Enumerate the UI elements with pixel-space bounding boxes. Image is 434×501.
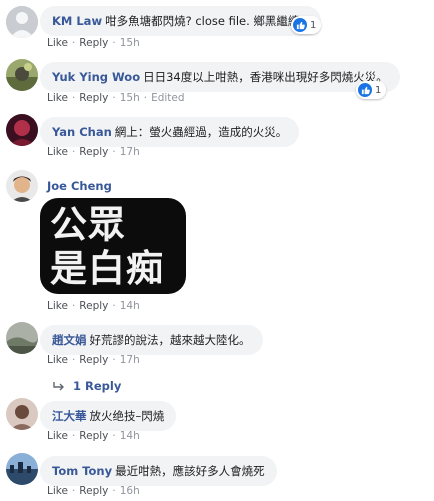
timestamp[interactable]: 14h	[120, 300, 140, 312]
comment-author[interactable]: KM Law	[52, 14, 102, 28]
like-button[interactable]: Like	[47, 354, 68, 366]
comment-text: 咁多魚塘都閃燒? close file. 鄉黑繼續	[105, 14, 300, 28]
view-replies-label[interactable]: 1 Reply	[73, 379, 121, 393]
avatar[interactable]	[6, 114, 38, 146]
separator: ·	[71, 485, 76, 497]
comment-bubble: 江大華 放火绝技–閃燒	[40, 401, 177, 431]
comment-text: 好荒謬的說法，越來越大陸化。	[89, 333, 251, 347]
reaction-count[interactable]: 1	[356, 81, 387, 99]
comment-actions: Like · Reply · 16h	[47, 485, 140, 497]
separator: ·	[71, 300, 76, 312]
reply-button[interactable]: Reply	[79, 146, 108, 158]
avatar[interactable]	[6, 398, 38, 430]
comment-author[interactable]: 江大華	[52, 409, 87, 423]
reply-arrow-icon	[53, 381, 65, 391]
comment-text: 放火绝技–閃燒	[89, 409, 165, 423]
timestamp[interactable]: 16h	[120, 485, 140, 497]
separator: ·	[71, 354, 76, 366]
comment-author[interactable]: Yan Chan	[52, 125, 112, 139]
like-button[interactable]: Like	[47, 300, 68, 312]
avatar[interactable]	[6, 59, 38, 91]
reply-button[interactable]: Reply	[79, 430, 108, 442]
comment-author[interactable]: Yuk Ying Woo	[52, 70, 140, 84]
separator: ·	[143, 92, 148, 104]
timestamp[interactable]: 15h	[120, 92, 140, 104]
comment-actions: Like · Reply · 15h · Edited	[47, 92, 185, 104]
reply-button[interactable]: Reply	[79, 37, 108, 49]
comment-actions: Like · Reply · 15h	[47, 37, 140, 49]
separator: ·	[112, 37, 116, 49]
reaction-count-value: 1	[375, 84, 382, 96]
timestamp[interactable]: 15h	[120, 37, 140, 49]
image-text-line-1: 公眾	[50, 202, 126, 246]
reaction-count-value: 1	[310, 19, 317, 31]
comment-bubble: KM Law 咁多魚塘都閃燒? close file. 鄉黑繼續	[40, 6, 322, 36]
image-text-line-2: 是白痴	[50, 246, 164, 290]
thumbs-up-icon	[358, 83, 372, 97]
like-button[interactable]: Like	[47, 430, 68, 442]
comment-bubble: Tom Tony 最近咁熱，應該好多人會燒死	[40, 456, 277, 486]
timestamp[interactable]: 14h	[120, 430, 140, 442]
comment-actions: Like · Reply · 14h	[47, 430, 140, 442]
comment-text: 網上：螢火蟲經過，造成的火災。	[114, 125, 288, 139]
comment-actions: Like · Reply · 14h	[47, 300, 140, 312]
comment-bubble: 趙文娟 好荒謬的說法，越來越大陸化。	[40, 325, 263, 355]
separator: ·	[71, 92, 76, 104]
edited-label[interactable]: Edited	[151, 92, 184, 104]
reply-button[interactable]: Reply	[79, 485, 108, 497]
like-button[interactable]: Like	[47, 146, 68, 158]
comment-bubble: Yuk Ying Woo 日日34度以上咁熱，香港咪出現好多閃燒火災。	[40, 62, 400, 92]
thumbs-up-icon	[293, 18, 307, 32]
view-replies-link[interactable]: 1 Reply	[53, 379, 121, 393]
avatar[interactable]	[6, 170, 38, 202]
separator: ·	[112, 354, 116, 366]
comment-actions: Like · Reply · 17h	[47, 146, 140, 158]
comment-bubble: Yan Chan 網上：螢火蟲經過，造成的火災。	[40, 117, 300, 147]
reaction-count[interactable]: 1	[291, 16, 322, 34]
reply-button[interactable]: Reply	[79, 354, 108, 366]
separator: ·	[112, 146, 116, 158]
timestamp[interactable]: 17h	[120, 146, 140, 158]
separator: ·	[112, 92, 116, 104]
like-button[interactable]: Like	[47, 92, 68, 104]
comment-author[interactable]: Joe Cheng	[47, 179, 112, 193]
comment-actions: Like · Reply · 17h	[47, 354, 140, 366]
separator: ·	[71, 37, 76, 49]
comment-text: 最近咁熱，應該好多人會燒死	[115, 464, 265, 478]
comment-image[interactable]: 公眾 是白痴	[40, 198, 186, 294]
comment-author[interactable]: Tom Tony	[52, 464, 112, 478]
avatar[interactable]	[6, 453, 38, 485]
separator: ·	[112, 430, 116, 442]
like-button[interactable]: Like	[47, 37, 68, 49]
timestamp[interactable]: 17h	[120, 354, 140, 366]
comment-author[interactable]: 趙文娟	[52, 333, 87, 347]
reply-button[interactable]: Reply	[79, 300, 108, 312]
separator: ·	[112, 300, 116, 312]
comment-text: 日日34度以上咁熱，香港咪出現好多閃燒火災。	[143, 70, 388, 84]
separator: ·	[71, 146, 76, 158]
separator: ·	[71, 430, 76, 442]
reply-button[interactable]: Reply	[79, 92, 108, 104]
avatar[interactable]	[6, 322, 38, 354]
separator: ·	[112, 485, 116, 497]
avatar[interactable]	[6, 6, 38, 38]
like-button[interactable]: Like	[47, 485, 68, 497]
